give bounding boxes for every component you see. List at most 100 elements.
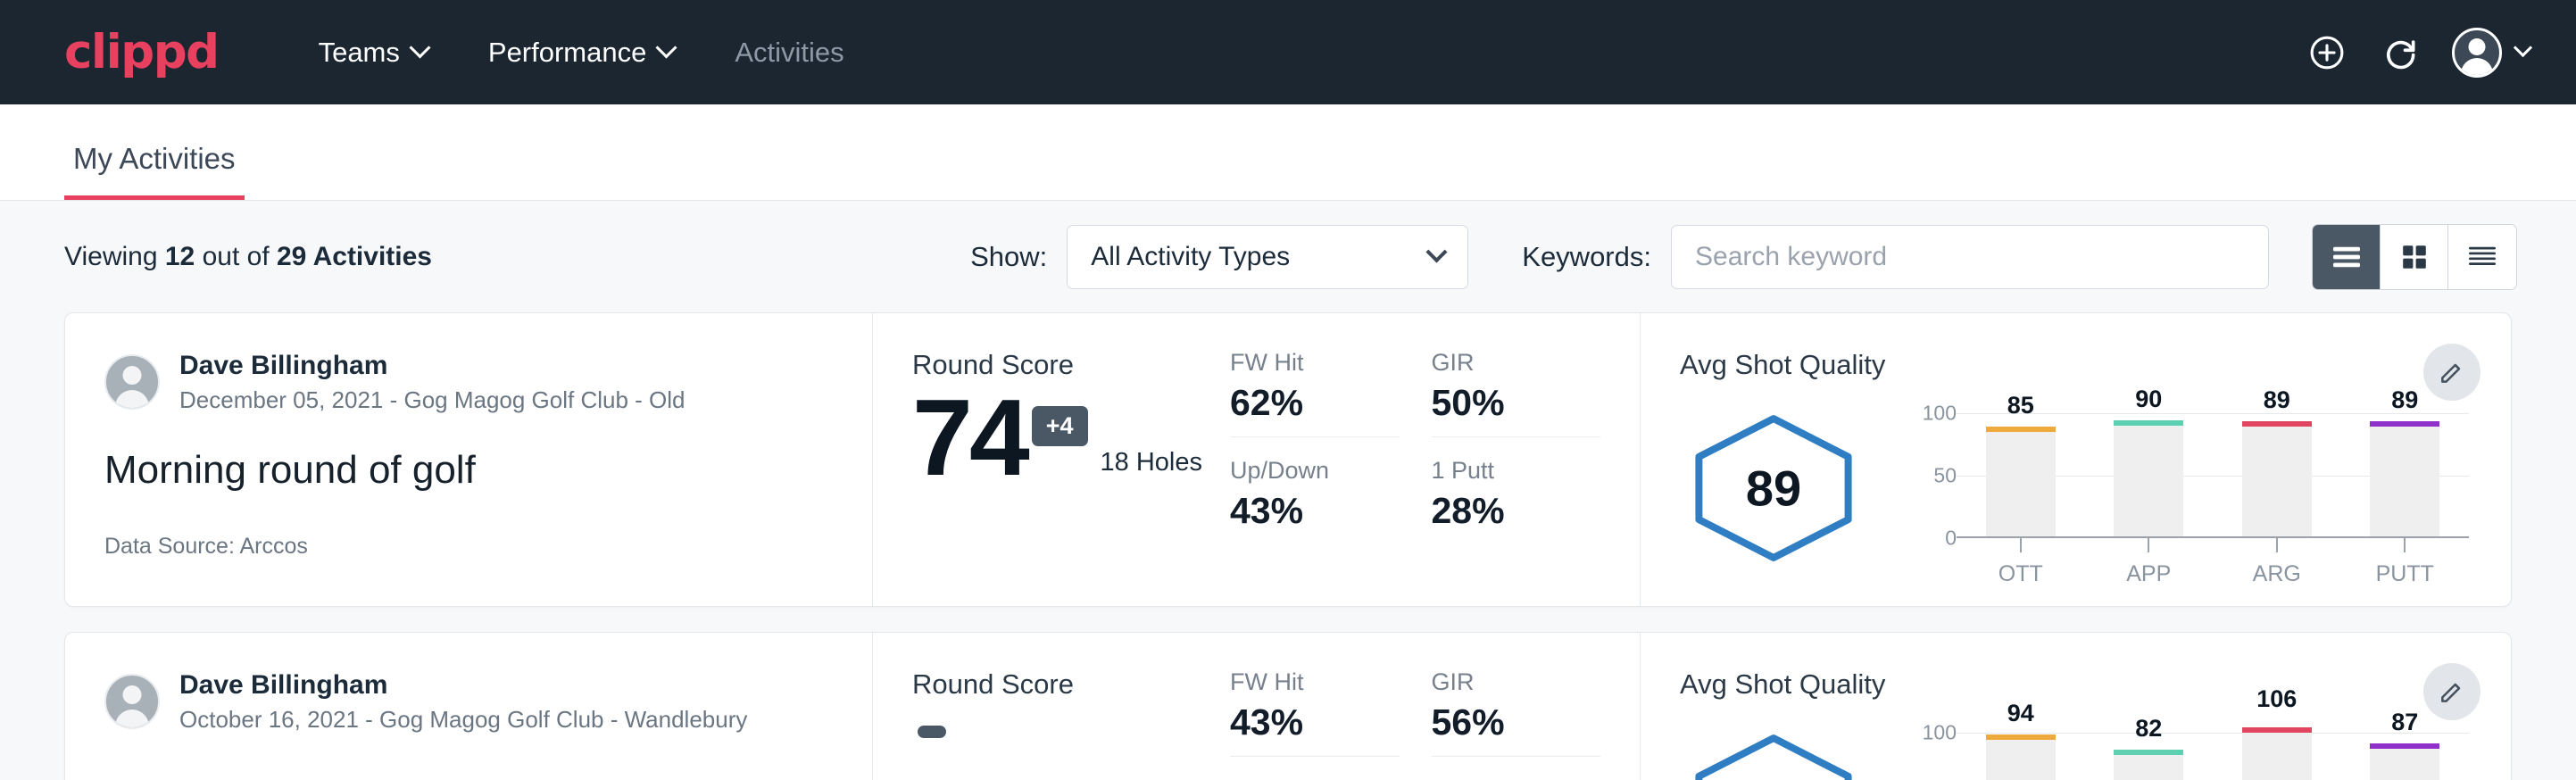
avg-shot-quality-label: Avg Shot Quality: [1680, 349, 2511, 381]
round-score-badge: +4: [1032, 406, 1088, 446]
round-score-panel: Round Score 74 +4 18 Holes: [873, 313, 1230, 606]
x-tick-label: APP: [2126, 561, 2171, 587]
chart-bar-ott: 94: [1957, 733, 2085, 780]
chart-bar-ott: 85: [1957, 413, 2085, 536]
x-tick-label: PUTT: [2376, 561, 2434, 587]
activity-meta: December 05, 2021 - Gog Magog Golf Club …: [179, 385, 686, 416]
keywords-label: Keywords:: [1522, 241, 1651, 273]
grid-view-icon: [2400, 243, 2429, 271]
quality-hexagon: 89: [1680, 413, 1867, 563]
round-score-panel: Round Score: [873, 633, 1230, 780]
chevron-down-icon: [409, 37, 430, 58]
stat-value: 56%: [1432, 701, 1601, 743]
nav-item-activities-label: Activities: [735, 37, 843, 69]
view-mode-compact-button[interactable]: [2448, 225, 2516, 289]
primary-nav-links: Teams Performance Activities: [288, 37, 875, 69]
activity-author: Dave Billingham December 05, 2021 - Gog …: [104, 349, 833, 416]
chart-plot-area: 85 90 89: [1957, 413, 2469, 538]
stat-fw-hit: FW Hit 62%: [1230, 349, 1400, 437]
stat-label: GIR: [1432, 349, 1601, 377]
clippd-logo[interactable]: clippd: [64, 25, 219, 79]
y-tick-label: 100: [1923, 721, 1957, 745]
avg-shot-quality-panel: Avg Shot Quality 89 100 50 0: [1641, 313, 2511, 606]
activity-card[interactable]: Dave Billingham December 05, 2021 - Gog …: [64, 312, 2512, 607]
stat-label: Up/Down: [1230, 776, 1400, 780]
stat-value: 43%: [1230, 701, 1400, 743]
quality-score-value: 89: [1746, 459, 1801, 517]
chart-bar-value: 106: [2256, 685, 2297, 713]
nav-item-performance[interactable]: Performance: [458, 37, 704, 69]
chart-bar-app: 82: [2085, 733, 2214, 780]
show-label: Show:: [970, 241, 1047, 273]
stat-up-down: Up/Down 43%: [1230, 457, 1400, 544]
activity-title: Morning round of golf: [104, 448, 833, 493]
chart-bar-arg: 106: [2213, 733, 2341, 780]
viewing-count: 12: [165, 242, 195, 271]
quality-hexagon: [1680, 733, 1867, 780]
nav-item-teams-label: Teams: [319, 37, 400, 69]
list-view-icon: [2331, 244, 2363, 270]
chart-bar-value: 89: [2391, 386, 2418, 414]
stat-label: FW Hit: [1230, 349, 1400, 377]
chart-bar-putt: 89: [2341, 413, 2470, 536]
chart-bar-arg: 89: [2213, 413, 2341, 536]
nav-item-teams[interactable]: Teams: [288, 37, 458, 69]
chart-bar-app: 90: [2085, 413, 2214, 536]
viewing-prefix: Viewing: [64, 242, 158, 271]
y-tick-label: 0: [1945, 527, 1957, 551]
nav-right-actions: [2306, 28, 2530, 78]
avg-shot-quality-label: Avg Shot Quality: [1680, 668, 2511, 701]
viewing-total: 29 Activities: [277, 242, 432, 271]
round-holes: 18 Holes: [1101, 448, 1202, 477]
stat-value: 28%: [1432, 490, 1601, 532]
view-mode-list-button[interactable]: [2313, 225, 2381, 289]
edit-activity-button[interactable]: [2423, 663, 2480, 720]
stat-gir: GIR 50%: [1432, 349, 1601, 437]
y-tick-label: 50: [1933, 464, 1957, 488]
activity-card-list: Dave Billingham December 05, 2021 - Gog …: [0, 312, 2576, 780]
chart-bar-value: 87: [2391, 709, 2418, 736]
edit-activity-button[interactable]: [2423, 344, 2480, 401]
refresh-icon[interactable]: [2379, 31, 2422, 74]
view-mode-toggle-group: [2312, 224, 2517, 290]
shot-quality-bar-chart: 100 50 0 85: [1908, 388, 2469, 587]
viewing-summary: Viewing 12 out of 29 Activities: [64, 242, 432, 272]
stat-label: FW Hit: [1230, 668, 1400, 696]
y-tick-label: 100: [1923, 402, 1957, 426]
x-tick-label: ARG: [2253, 561, 2301, 587]
nav-item-activities[interactable]: Activities: [704, 37, 874, 69]
chart-y-axis: 100 50 0: [1908, 733, 1957, 780]
round-score-value: 74: [912, 386, 1026, 490]
chart-bars: 94 82 106: [1957, 733, 2469, 780]
search-input-wrapper[interactable]: [1671, 225, 2269, 289]
tab-my-activities[interactable]: My Activities: [64, 142, 245, 200]
plus-circle-icon[interactable]: [2306, 31, 2348, 74]
chart-bar-value: 89: [2264, 386, 2290, 414]
chart-bars: 85 90 89: [1957, 413, 2469, 536]
chart-bar-value: 90: [2135, 386, 2162, 413]
stat-value: 43%: [1230, 490, 1400, 532]
round-stats-grid: FW Hit 43% GIR 56% Up/Down 1 Putt: [1230, 633, 1641, 780]
search-input[interactable]: [1695, 242, 2245, 272]
stat-1-putt: 1 Putt: [1432, 776, 1601, 780]
chevron-down-icon: [2514, 38, 2532, 57]
view-mode-grid-button[interactable]: [2381, 225, 2448, 289]
filter-toolbar: Viewing 12 out of 29 Activities Show: Al…: [0, 201, 2576, 312]
activity-author: Dave Billingham October 16, 2021 - Gog M…: [104, 668, 833, 735]
round-score-label: Round Score: [912, 668, 1230, 701]
activity-card[interactable]: Dave Billingham October 16, 2021 - Gog M…: [64, 632, 2512, 780]
round-stats-grid: FW Hit 62% GIR 50% Up/Down 43% 1 Putt 28…: [1230, 313, 1641, 606]
filter-controls: Show: All Activity Types Keywords:: [970, 224, 2517, 290]
activity-card-summary: Dave Billingham October 16, 2021 - Gog M…: [65, 633, 873, 780]
x-tick-label: OTT: [1998, 561, 2043, 587]
compact-view-icon: [2466, 244, 2498, 270]
stat-up-down: Up/Down: [1230, 776, 1400, 780]
chart-bar-value: 94: [2007, 700, 2034, 727]
activity-type-select[interactable]: All Activity Types: [1067, 225, 1468, 289]
pencil-icon: [2438, 358, 2466, 386]
activity-card-summary: Dave Billingham December 05, 2021 - Gog …: [65, 313, 873, 606]
chart-bar-value: 82: [2135, 715, 2162, 743]
chevron-down-icon: [656, 37, 677, 58]
account-menu[interactable]: [2452, 28, 2530, 78]
page-tab-bar: My Activities: [0, 104, 2576, 201]
